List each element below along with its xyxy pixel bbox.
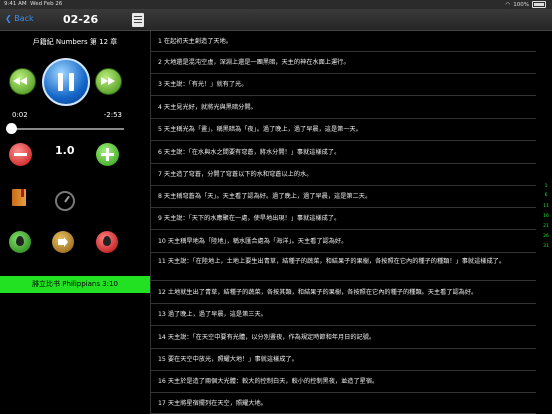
status-bar: 9:41 AM Wed Feb 26 ◠ 100%	[0, 0, 552, 9]
verse-row[interactable]: 6 天主說：「在水與水之間要有穹蒼，將水分開！」事就這樣成了。	[151, 141, 536, 164]
page-title: 02-26	[63, 13, 99, 26]
verse-index-item[interactable]: 1	[541, 184, 551, 189]
navigation-bar: ❮ Back 02-26	[0, 9, 552, 31]
elapsed-time: 0:02	[12, 111, 28, 119]
battery-icon	[532, 1, 546, 8]
verse-index-item[interactable]: 31	[541, 244, 551, 249]
book-icon[interactable]	[132, 13, 144, 27]
verse-row[interactable]: 4 天主見光好，就將光與黑暗分開。	[151, 96, 536, 119]
verse-row[interactable]: 1 在起初天主創造了天地。	[151, 31, 536, 52]
pause-button[interactable]	[42, 58, 90, 106]
verse-row[interactable]: 16 天主於是造了兩個大光體：較大的控制白天，較小的控制黑夜，並造了星宿。	[151, 371, 536, 393]
playback-speed: 1.0	[55, 144, 75, 157]
status-time: 9:41 AM Wed Feb 26	[4, 1, 63, 7]
rewind-icon	[13, 77, 20, 85]
wifi-icon: ◠	[505, 1, 511, 8]
chapter-title: 戶籍紀 Numbers 第 12 章	[32, 38, 118, 46]
verse-row[interactable]: 3 天主說：「有光！」就有了光。	[151, 74, 536, 96]
share-arrow-icon[interactable]	[52, 231, 74, 253]
verse-row[interactable]: 13 過了晚上，過了早晨，這是第三天。	[151, 304, 536, 326]
reading-plan-banner[interactable]: 腓立比书 Philippians 3:10	[0, 276, 150, 293]
verse-row[interactable]: 15 要在天空中放光，照耀大地！」事就這樣成了。	[151, 349, 536, 371]
verse-row[interactable]: 5 天主稱光為「晝」，稱黑暗為「夜」。過了晚上，過了早晨，這是第一天。	[151, 119, 536, 141]
verse-row[interactable]: 10 天主稱旱地為「陸地」，稱水匯合處為「海洋」。天主看了認為好。	[151, 230, 536, 253]
rewind-button[interactable]	[9, 68, 36, 95]
verse-row[interactable]: 2 大地還是混沌空虛，深淵上還是一團黑暗，天主的神在水面上運行。	[151, 52, 536, 74]
player-panel: 戶籍紀 Numbers 第 12 章 0:02 -2:53 1.0 腓立比书 P…	[0, 31, 151, 414]
increase-speed-button[interactable]	[96, 143, 119, 166]
verse-row[interactable]: 17 天主將星宿擺列在天空，照耀大地。	[151, 393, 536, 414]
verse-index-item[interactable]: 11	[541, 204, 551, 209]
verse-index-item[interactable]: 16	[541, 214, 551, 219]
progress-slider[interactable]	[11, 128, 124, 130]
verse-index-item[interactable]: 26	[541, 234, 551, 239]
back-button[interactable]: ❮ Back	[5, 14, 34, 23]
battery-percent: 100%	[513, 1, 529, 8]
bookmark-icon[interactable]	[12, 189, 26, 206]
verse-row[interactable]: 12 土地就生出了青草，結種子的蔬菜，各按其類，和結果子的果樹，各按照在它內的種…	[151, 281, 536, 304]
verse-list: 1 在起初天主創造了天地。 2 大地還是混沌空虛，深淵上還是一團黑暗，天主的神在…	[151, 31, 552, 414]
status-right: ◠ 100%	[505, 1, 546, 8]
progress-knob[interactable]	[6, 123, 17, 134]
fast-forward-icon	[101, 77, 108, 85]
verse-row[interactable]: 7 天主造了穹蒼，分開了穹蒼以下的水和穹蒼以上的水。	[151, 164, 536, 186]
decrease-speed-button[interactable]	[9, 143, 32, 166]
verse-row[interactable]: 8 天主稱穹蒼為「天」。天主看了認為好。過了晚上，過了早晨，這是第二天。	[151, 186, 536, 208]
verse-index-item[interactable]: 6	[541, 193, 551, 198]
verse-row[interactable]: 9 天主說：「天下的水應聚在一處，使旱地出現！」事就這樣成了。	[151, 208, 536, 230]
pause-icon	[58, 73, 63, 91]
chevron-left-icon: ❮	[5, 14, 12, 23]
verse-row[interactable]: 14 天主說：「在天空中要有光體，以分別晝夜，作為規定時節和年月日的記號。	[151, 326, 536, 349]
verse-index-item[interactable]: 21	[541, 224, 551, 229]
location-pin-red-icon[interactable]	[96, 231, 118, 253]
sleep-timer-icon[interactable]	[55, 191, 75, 211]
verse-row[interactable]: 11 天主說：「在陸地上，土地上要生出青草，結種子的蔬菜，和結果子的果樹，各按照…	[151, 253, 536, 281]
fast-forward-button[interactable]	[95, 68, 122, 95]
location-pin-green-icon[interactable]	[9, 231, 31, 253]
remaining-time: -2:53	[103, 111, 122, 119]
